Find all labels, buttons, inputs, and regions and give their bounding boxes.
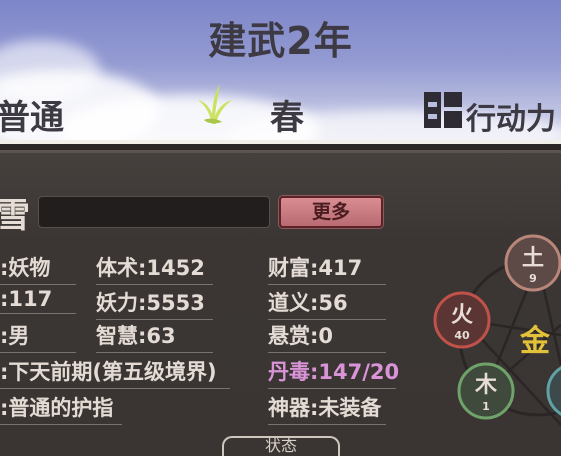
character-name: 雪 bbox=[0, 196, 30, 236]
action-power-label: 行动力 bbox=[466, 102, 556, 137]
name-input[interactable] bbox=[38, 196, 270, 228]
stat-accessory: :普通的护指 bbox=[0, 392, 122, 425]
stat-demon-power: 妖力:5553 bbox=[96, 287, 213, 320]
stat-type: :妖物 bbox=[0, 252, 76, 285]
stat-morality: 道义:56 bbox=[268, 287, 386, 320]
more-button[interactable]: 更多 bbox=[279, 196, 383, 228]
stat-gender: :男 bbox=[0, 320, 76, 353]
stat-pill-toxicity: 丹毒:147/20 bbox=[268, 356, 399, 389]
element-earth-label: 土 bbox=[522, 246, 544, 271]
stat-realm: :下天前期(第五级境界) bbox=[0, 356, 230, 389]
element-water[interactable] bbox=[546, 364, 561, 418]
element-wood-label: 木 bbox=[474, 373, 498, 398]
five-elements-chart: 土 9 火 40 金 木 1 bbox=[433, 234, 561, 426]
element-earth[interactable]: 土 9 bbox=[504, 234, 561, 292]
stat-wealth: 财富:417 bbox=[268, 252, 386, 285]
action-power-icon bbox=[424, 92, 462, 128]
stat-bounty: 悬赏:0 bbox=[268, 320, 386, 353]
difficulty-label: 普通 bbox=[0, 98, 64, 138]
element-earth-value: 9 bbox=[529, 272, 537, 285]
element-fire-label: 火 bbox=[451, 303, 473, 328]
stat-age: :117 bbox=[0, 287, 76, 314]
stat-physique: 体术:1452 bbox=[96, 252, 213, 285]
element-fire[interactable]: 火 40 bbox=[433, 291, 491, 349]
stat-wisdom: 智慧:63 bbox=[96, 320, 213, 353]
plant-sprout-icon bbox=[198, 84, 232, 124]
tab-status[interactable]: 状态 bbox=[222, 436, 340, 456]
element-metal-label: 金 bbox=[519, 324, 551, 359]
year-title: 建武2年 bbox=[208, 19, 353, 63]
season-label: 春 bbox=[270, 98, 304, 138]
element-wood[interactable]: 木 1 bbox=[457, 362, 515, 420]
element-wood-value: 1 bbox=[482, 400, 490, 413]
element-fire-value: 40 bbox=[454, 329, 470, 342]
stat-artifact: 神器:未装备 bbox=[268, 392, 386, 425]
